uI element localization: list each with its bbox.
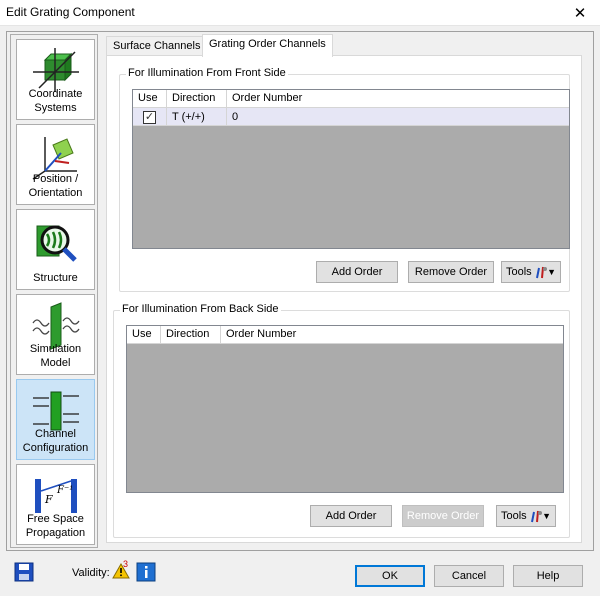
sidebar-item-label: Orientation (28, 187, 83, 199)
tools-icon (531, 510, 542, 523)
sidebar-item-position-orientation[interactable]: Position / Orientation (16, 124, 95, 205)
table-header: Use Direction Order Number (127, 326, 563, 344)
front-side-legend: For Illumination From Front Side (126, 67, 288, 79)
column-header-order-number: Order Number (232, 92, 303, 104)
structure-icon (36, 225, 77, 262)
direction-cell[interactable]: T (+/+) (172, 111, 205, 123)
front-side-group: For Illumination From Front Side Use Dir… (119, 67, 570, 292)
sidebar-item-label: Free Space (27, 513, 84, 525)
front-remove-order-button[interactable]: Remove Order (408, 261, 494, 283)
validity-label: Validity: (72, 567, 110, 579)
table-header: Use Direction Order Number (133, 90, 569, 108)
dialog-footer: Validity: 3 OK Cancel Help (0, 556, 600, 596)
svg-text:F⁻¹: F⁻¹ (56, 485, 73, 496)
close-icon[interactable]: ✕ (560, 0, 600, 26)
sidebar-item-label: Systems (34, 102, 77, 114)
sidebar-item-label: Position / (32, 173, 79, 185)
column-header-direction: Direction (172, 92, 216, 104)
order-number-cell[interactable]: 0 (232, 111, 238, 123)
back-order-table[interactable]: Use Direction Order Number (126, 325, 564, 493)
front-add-order-button[interactable]: Add Order (316, 261, 398, 283)
back-add-order-button[interactable]: Add Order (310, 505, 392, 527)
back-remove-order-button: Remove Order (402, 505, 484, 527)
column-header-direction: Direction (166, 328, 210, 340)
sidebar-item-label: Structure (33, 272, 78, 284)
sidebar-item-label: Simulation (29, 343, 82, 355)
sidebar-item-free-space-propagation[interactable]: F F⁻¹ Free Space Propagation (16, 464, 95, 545)
tools-label: Tools (501, 510, 527, 522)
help-button[interactable]: Help (513, 565, 583, 587)
svg-text:F: F (44, 493, 53, 506)
use-checkbox[interactable]: ✓ (143, 111, 156, 124)
sidebar-item-label: Channel (35, 428, 76, 440)
title-bar: Edit Grating Component ✕ (0, 0, 600, 26)
save-icon[interactable] (14, 562, 34, 582)
sidebar-item-channel-configuration[interactable]: Channel Configuration (16, 379, 95, 460)
tools-icon (536, 266, 547, 279)
back-side-legend: For Illumination From Back Side (120, 303, 281, 315)
tab-grating-order-channels[interactable]: Grating Order Channels (202, 34, 333, 57)
tools-label: Tools (506, 266, 532, 278)
sidebar-item-simulation-model[interactable]: Simulation Model (16, 294, 95, 375)
column-header-use: Use (138, 92, 158, 104)
back-side-group: For Illumination From Back Side Use Dire… (113, 303, 570, 538)
chevron-down-icon: ▼ (547, 267, 556, 277)
window-title: Edit Grating Component (6, 5, 135, 19)
table-row[interactable]: ✓ T (+/+) 0 (133, 108, 569, 126)
front-order-table[interactable]: Use Direction Order Number ✓ T (+/+) 0 (132, 89, 570, 249)
sidebar: Coordinate Systems Position / Orientatio… (10, 34, 98, 548)
sidebar-item-label: Coordinate (28, 88, 83, 100)
back-tools-button[interactable]: Tools ▼ (496, 505, 556, 527)
chevron-down-icon: ▼ (542, 511, 551, 521)
tab-surface-channels[interactable]: Surface Channels (106, 36, 208, 56)
column-header-order-number: Order Number (226, 328, 297, 340)
warning-indicator[interactable]: 3 (112, 559, 134, 582)
front-tools-button[interactable]: Tools ▼ (501, 261, 561, 283)
ok-button[interactable]: OK (355, 565, 425, 587)
column-header-use: Use (132, 328, 152, 340)
info-icon[interactable] (136, 562, 156, 582)
sidebar-item-label: Propagation (25, 527, 86, 539)
sidebar-item-coordinate-systems[interactable]: Coordinate Systems (16, 39, 95, 120)
sidebar-item-label: Configuration (22, 442, 89, 454)
sidebar-item-label: Model (40, 357, 71, 369)
warning-count: 3 (123, 559, 129, 569)
tab-panel: For Illumination From Front Side Use Dir… (106, 55, 582, 543)
cancel-button[interactable]: Cancel (434, 565, 504, 587)
sidebar-item-structure[interactable]: Structure (16, 209, 95, 290)
